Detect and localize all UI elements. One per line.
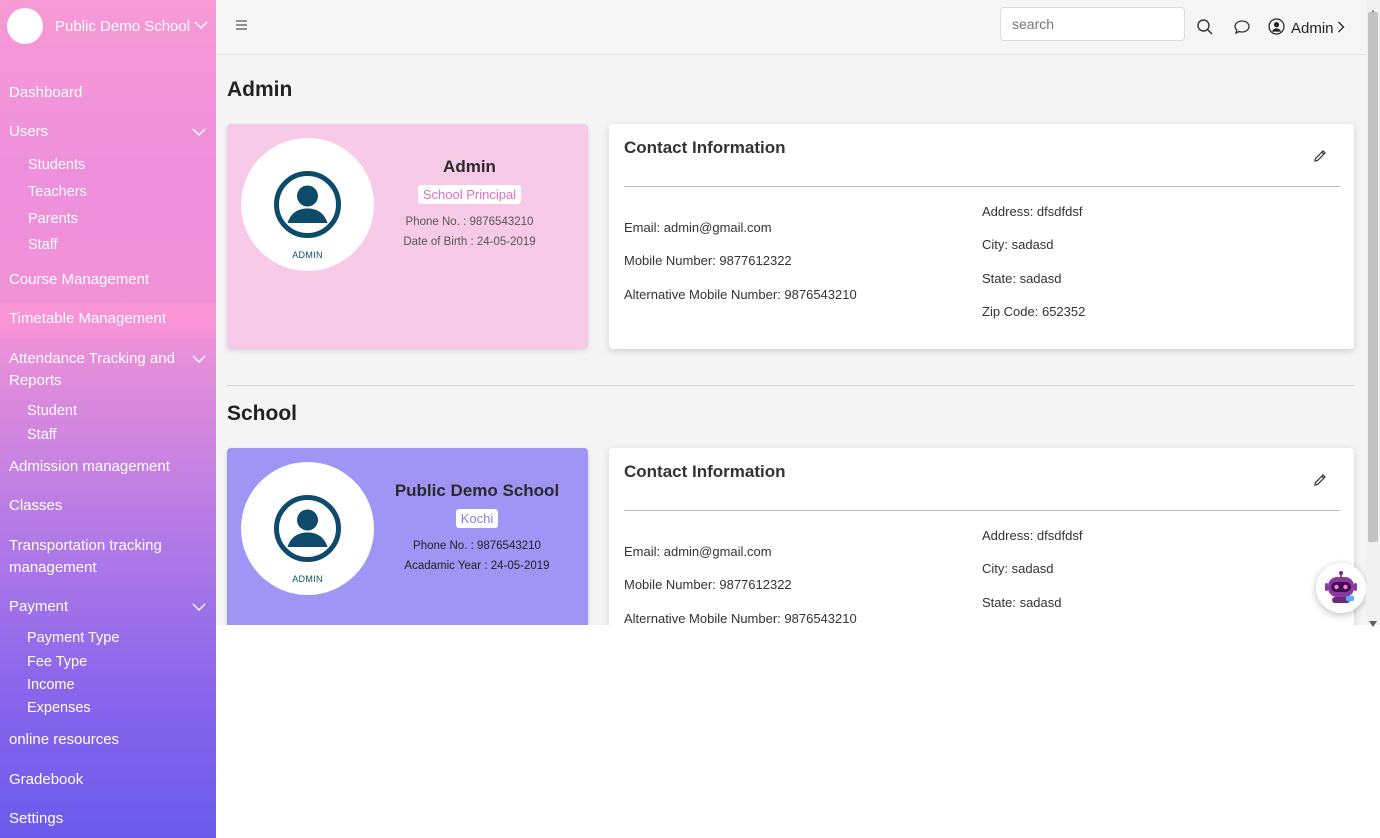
chat-icon[interactable] [1233,18,1251,36]
chatbot-button[interactable] [1316,563,1366,613]
divider [624,510,1340,511]
search-input[interactable] [1000,7,1185,41]
sidebar-item-payment[interactable]: Payment [9,596,68,618]
sidebar-item-online-resources[interactable]: online resources [9,729,119,751]
location-badge: Kochi [455,509,499,528]
contact-state: State: sadasd [982,271,1062,286]
search-icon[interactable] [1196,18,1214,36]
contact-alt-mobile: Alternative Mobile Number: 9876543210 [624,287,857,302]
role-badge: School Principal [417,185,522,204]
sidebar-subitem-attendance-student[interactable]: Student [27,401,77,421]
section-title-school: School [227,402,298,425]
sidebar-item-course-management[interactable]: Course Management [9,269,149,291]
robot-icon [1325,571,1357,603]
main-area: Admin Admin ADMIN Admin School Principal [216,0,1366,838]
user-avatar-icon [274,495,341,562]
contact-email: Email: admin@gmail.com [624,544,772,559]
school-logo [7,8,43,44]
content-area: Admin ADMIN Admin School Principal Phone… [216,55,1366,625]
profile-name: Admin [443,157,496,176]
contact-city: City: sadasd [982,561,1054,576]
sidebar-item-classes[interactable]: Classes [9,495,62,517]
divider [624,186,1340,187]
sidebar-item-users[interactable]: Users [9,121,48,143]
school-profile-card: ADMIN Public Demo School Kochi Phone No.… [227,448,588,625]
top-bar: Admin [216,0,1366,55]
avatar-caption: ADMIN [292,250,323,260]
contact-title: Contact Information [624,462,786,481]
sidebar-subitem-attendance-staff[interactable]: Staff [27,425,57,445]
school-name: Public Demo School [55,17,191,35]
scrollbar-thumb[interactable] [1368,12,1378,542]
sidebar-subitem-payment-type[interactable]: Payment Type [27,628,119,648]
menu-toggle-icon[interactable] [236,18,250,34]
profile-dob: Date of Birth : 24-05-2019 [403,236,536,248]
sidebar-item-gradebook[interactable]: Gradebook [9,769,83,791]
pencil-icon[interactable] [1312,472,1328,488]
sidebar-subitem-income[interactable]: Income [27,675,75,695]
sidebar-item-attendance[interactable]: Attendance Tracking and Reports [9,348,184,392]
user-menu[interactable]: Admin [1268,17,1345,39]
user-circle-icon [1268,17,1285,39]
section-title-admin: Admin [227,78,293,101]
profile-academic-year: Acadamic Year : 24-05-2019 [404,560,550,572]
sidebar-subitem-parents[interactable]: Parents [28,209,78,229]
chevron-down-icon[interactable] [192,352,206,366]
scroll-down-arrow-icon[interactable] [1369,614,1377,627]
avatar: ADMIN [241,462,374,595]
sidebar-item-settings[interactable]: Settings [9,808,63,830]
sidebar-item-transportation[interactable]: Transportation tracking management [9,535,184,579]
sidebar-subitem-teachers[interactable]: Teachers [28,182,87,202]
sidebar-subitem-fee-type[interactable]: Fee Type [27,652,87,672]
sidebar-item-timetable[interactable]: Timetable Management [9,308,166,330]
sidebar-item-dashboard[interactable]: Dashboard [9,82,82,104]
profile-name: Public Demo School [394,481,560,500]
user-avatar-icon [274,171,341,238]
contact-mobile: Mobile Number: 9877612322 [624,253,792,268]
user-name: Admin [1291,19,1334,37]
contact-email: Email: admin@gmail.com [624,220,772,235]
sidebar-subitem-staff[interactable]: Staff [28,235,58,255]
contact-zip: Zip Code: 652352 [982,304,1086,319]
scroll-up-arrow-icon[interactable] [1369,3,1377,16]
contact-mobile: Mobile Number: 9877612322 [624,577,792,592]
admin-profile-card: ADMIN Admin School Principal Phone No. :… [227,124,588,349]
profile-info: Admin School Principal Phone No. : 98765… [392,157,547,252]
chevron-down-icon[interactable] [194,18,208,32]
admin-contact-card: Contact Information Email: admin@gmail.c… [609,124,1354,349]
contact-address: Address: dfsdfdsf [982,528,1083,543]
section-divider [227,385,1354,386]
chevron-down-icon[interactable] [192,125,206,139]
chevron-right-icon [1337,20,1345,37]
profile-phone: Phone No. : 9876543210 [405,216,534,228]
chevron-down-icon[interactable] [192,600,206,614]
vertical-scrollbar[interactable] [1366,0,1380,627]
contact-state: State: sadasd [982,595,1062,610]
sidebar: Public Demo School Dashboard Users Stude… [0,0,216,838]
school-contact-card: Contact Information Email: admin@gmail.c… [609,448,1354,625]
avatar-caption: ADMIN [292,574,323,584]
sidebar-subitem-students[interactable]: Students [28,155,85,175]
sidebar-item-admission[interactable]: Admission management [9,456,170,478]
profile-phone: Phone No. : 9876543210 [413,540,541,552]
profile-info: Public Demo School Kochi Phone No. : 987… [387,481,567,576]
contact-alt-mobile: Alternative Mobile Number: 9876543210 [624,611,857,625]
pencil-icon[interactable] [1312,148,1328,164]
contact-title: Contact Information [624,138,786,157]
school-switcher[interactable]: Public Demo School [7,7,212,45]
avatar: ADMIN [241,138,374,271]
sidebar-subitem-expenses[interactable]: Expenses [27,698,91,718]
contact-address: Address: dfsdfdsf [982,204,1083,219]
contact-city: City: sadasd [982,237,1054,252]
